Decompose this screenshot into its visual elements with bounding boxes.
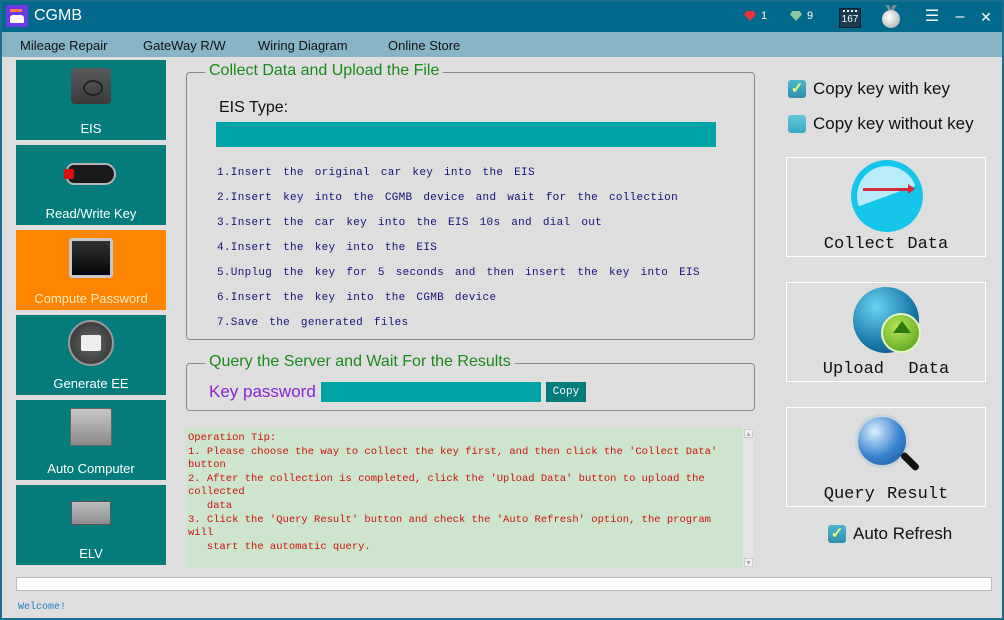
- copy-button[interactable]: Copy: [546, 382, 586, 402]
- menu-item-gateway-rw[interactable]: GateWay R/W: [143, 38, 226, 53]
- ignition-switch-icon: [71, 68, 111, 104]
- circuit-board-icon: [71, 501, 111, 525]
- status-message: Welcome!: [18, 602, 67, 613]
- eis-type-field[interactable]: [216, 122, 716, 147]
- green-gem-icon: [790, 11, 802, 21]
- ecu-module-icon: [70, 408, 112, 446]
- query-result-button[interactable]: Query Result: [786, 407, 986, 507]
- sidebar-item-generate-ee[interactable]: Generate EE: [16, 315, 166, 395]
- copy-with-key-checkbox[interactable]: ✓ Copy key with key: [788, 79, 950, 99]
- red-gem-icon: [744, 11, 756, 21]
- scroll-down-icon[interactable]: ▼: [744, 558, 753, 567]
- sidebar-item-elv[interactable]: ELV: [16, 485, 166, 565]
- progress-bar: [16, 577, 992, 591]
- printer-icon: [68, 320, 114, 366]
- sidebar-item-read-write-key[interactable]: Read/Write Key: [16, 145, 166, 225]
- app-window: CGMB 1 9 167 ☰ – ✕ Mileage Repair GateWa…: [0, 0, 1004, 620]
- red-gem-count: 1: [761, 10, 768, 22]
- checkbox-unchecked-icon: [788, 115, 806, 133]
- collect-group-title: Collect Data and Upload the File: [205, 62, 444, 80]
- copy-without-key-checkbox[interactable]: Copy key without key: [788, 114, 974, 134]
- sidebar-item-label: EIS: [80, 121, 102, 136]
- minimize-icon[interactable]: –: [950, 7, 970, 27]
- instruction-step: 3.Insert the car key into the EIS 10s an…: [217, 217, 603, 229]
- instruction-step: 1.Insert the original car key into the E…: [217, 167, 535, 179]
- instruction-step: 5.Unplug the key for 5 seconds and then …: [217, 267, 700, 279]
- sidebar-item-label: Compute Password: [34, 291, 148, 306]
- car-key-icon: [64, 163, 116, 185]
- title-bar: CGMB 1 9 167 ☰ – ✕: [2, 2, 1002, 32]
- instruction-step: 6.Insert the key into the CGMB device: [217, 292, 497, 304]
- menu-item-online-store[interactable]: Online Store: [388, 38, 460, 53]
- instruction-step: 7.Save the generated files: [217, 317, 409, 329]
- operation-tip-box: Operation Tip: 1. Please choose the way …: [186, 428, 755, 568]
- scroll-up-icon[interactable]: ▲: [744, 429, 753, 438]
- menu-bar: Mileage Repair GateWay R/W Wiring Diagra…: [2, 32, 1002, 57]
- green-gem-counter: 9: [790, 10, 813, 22]
- checkbox-checked-icon: ✓: [828, 525, 846, 543]
- sidebar-item-label: Read/Write Key: [45, 206, 137, 221]
- instruction-step: 4.Insert the key into the EIS: [217, 242, 438, 254]
- computer-screen-icon: [69, 238, 113, 278]
- close-icon[interactable]: ✕: [976, 7, 996, 27]
- calendar-value: 167: [841, 14, 859, 25]
- menu-icon[interactable]: ☰: [922, 7, 942, 27]
- key-password-input[interactable]: [321, 382, 541, 402]
- copy-with-key-label: Copy key with key: [813, 79, 950, 98]
- copy-without-key-label: Copy key without key: [813, 114, 974, 133]
- sidebar-item-label: ELV: [79, 546, 103, 561]
- sidebar-item-label: Generate EE: [53, 376, 129, 391]
- menu-item-wiring-diagram[interactable]: Wiring Diagram: [258, 38, 348, 53]
- operation-tip-text: Operation Tip: 1. Please choose the way …: [188, 432, 718, 553]
- auto-refresh-label: Auto Refresh: [853, 524, 953, 543]
- medal-icon[interactable]: [880, 5, 902, 29]
- app-title: CGMB: [34, 7, 82, 24]
- sidebar-item-auto-computer[interactable]: Auto Computer: [16, 400, 166, 480]
- key-password-label: Key password: [209, 382, 316, 401]
- eis-type-label: EIS Type:: [219, 99, 289, 116]
- auto-refresh-checkbox[interactable]: ✓ Auto Refresh: [828, 524, 952, 544]
- query-group-title: Query the Server and Wait For the Result…: [205, 353, 515, 371]
- sidebar-item-label: Auto Computer: [47, 461, 135, 476]
- upload-data-button[interactable]: Upload Data: [786, 282, 986, 382]
- sidebar-item-compute-password[interactable]: Compute Password: [16, 230, 166, 310]
- globe-upload-icon: [853, 287, 921, 353]
- usb-icon: [851, 160, 923, 232]
- tip-scrollbar[interactable]: ▲ ▼: [743, 428, 754, 568]
- car-key-app-icon: [6, 5, 28, 27]
- upload-data-label: Upload Data: [822, 360, 950, 379]
- green-gem-count: 9: [807, 10, 814, 22]
- sidebar-item-eis[interactable]: EIS: [16, 60, 166, 140]
- menu-item-mileage-repair[interactable]: Mileage Repair: [20, 38, 107, 53]
- red-gem-counter: 1: [744, 10, 767, 22]
- calendar-icon[interactable]: 167: [839, 8, 861, 28]
- instruction-step: 2.Insert key into the CGMB device and wa…: [217, 192, 678, 204]
- checkbox-checked-icon: ✓: [788, 80, 806, 98]
- collect-data-button[interactable]: Collect Data: [786, 157, 986, 257]
- query-result-label: Query Result: [823, 485, 949, 504]
- globe-search-icon: [855, 414, 921, 476]
- collect-data-label: Collect Data: [823, 235, 949, 254]
